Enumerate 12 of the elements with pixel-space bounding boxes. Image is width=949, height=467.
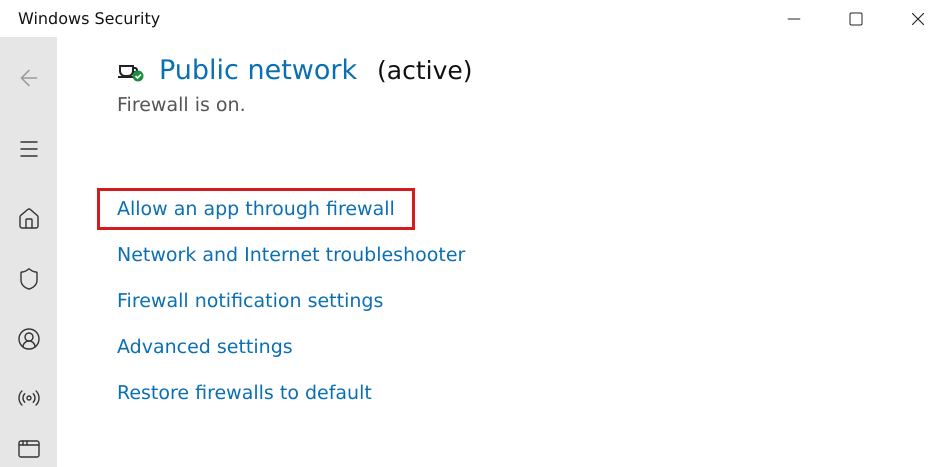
- settings-link[interactable]: Network and Internet troubleshooter: [97, 234, 486, 276]
- settings-link[interactable]: Firewall notification settings: [97, 280, 404, 322]
- maximize-icon[interactable]: [848, 10, 864, 26]
- home-icon[interactable]: [16, 207, 40, 231]
- network-status: (active): [376, 56, 473, 85]
- settings-link[interactable]: Allow an app through firewall: [97, 188, 415, 230]
- window-title: Windows Security: [18, 9, 162, 28]
- firewall-state: Firewall is on.: [117, 94, 247, 116]
- settings-link[interactable]: Advanced settings: [97, 326, 313, 368]
- network-name: Public network: [159, 55, 358, 86]
- settings-link[interactable]: Restore firewalls to default: [97, 372, 392, 414]
- person-icon[interactable]: [16, 327, 40, 351]
